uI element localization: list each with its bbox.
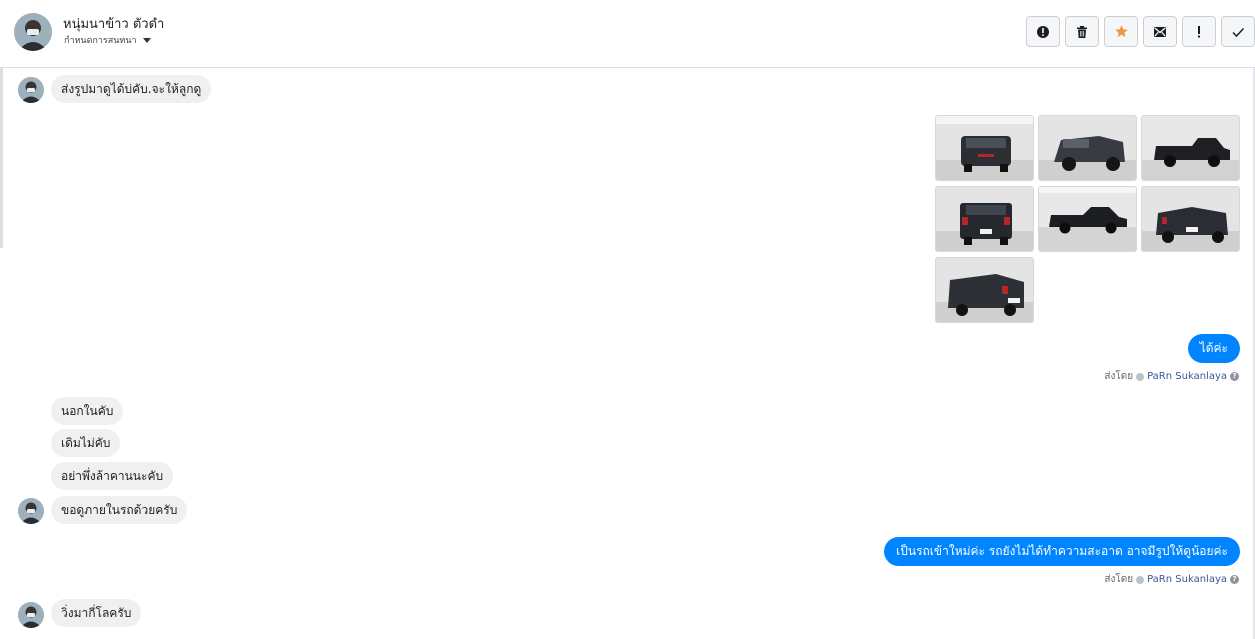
conversation-header: หนุ่มนาข้าว ตัวดำ กำหนดการสนทนา — [0, 0, 1255, 68]
outgoing-message[interactable]: ได้ค่ะ — [1187, 334, 1240, 363]
trash-icon — [1077, 25, 1087, 38]
sent-by-label: ส่งโดย PaRn Sukanlaya ? — [1104, 369, 1239, 384]
photo-truck-side-low[interactable] — [1038, 186, 1137, 252]
photo-truck-rear[interactable] — [935, 186, 1034, 252]
mark-unread-button[interactable] — [1143, 16, 1177, 47]
photo-truck-front-angle[interactable] — [1038, 115, 1137, 181]
page-icon — [1136, 575, 1145, 584]
check-icon — [1232, 27, 1245, 37]
star-icon — [1114, 25, 1128, 38]
contact-avatar-small[interactable] — [18, 77, 44, 103]
messenger-window: หนุ่มนาข้าว ตัวดำ กำหนดการสนทนา ส่งรูปมา… — [0, 0, 1255, 639]
photo-truck-rear-angle-2[interactable] — [935, 257, 1034, 323]
incoming-message[interactable]: เดิมไม่คับ — [51, 429, 121, 457]
conversation-settings-label: กำหนดการสนทนา — [64, 36, 137, 46]
photo-truck-front[interactable] — [935, 115, 1034, 181]
alert-icon — [1037, 25, 1049, 38]
incoming-message[interactable]: อย่าพึ่งล้าคานนะคับ — [51, 462, 174, 490]
contact-avatar[interactable] — [14, 13, 52, 51]
conversation-settings-dropdown[interactable]: กำหนดการสนทนา — [64, 33, 151, 47]
delete-button[interactable] — [1065, 16, 1099, 47]
incoming-message[interactable]: วิ่งมากี่โลครับ — [51, 599, 142, 627]
alert-button[interactable] — [1026, 16, 1060, 47]
exclamation-icon — [1198, 25, 1200, 37]
sent-by-label: ส่งโดย PaRn Sukanlaya ? — [1104, 572, 1239, 587]
incoming-message[interactable]: ขอดูภายในรถด้วยครับ — [51, 496, 188, 524]
sent-by-prefix: ส่งโดย — [1104, 574, 1134, 585]
help-icon[interactable]: ? — [1230, 372, 1239, 381]
help-icon[interactable]: ? — [1230, 575, 1239, 584]
page-icon — [1136, 372, 1145, 381]
sent-by-prefix: ส่งโดย — [1104, 371, 1134, 382]
mark-unread-icon — [1154, 26, 1166, 37]
contact-name[interactable]: หนุ่มนาข้าว ตัวดำ — [63, 13, 164, 34]
header-toolbar — [1026, 16, 1255, 47]
star-button[interactable] — [1104, 16, 1138, 47]
incoming-message[interactable]: นอกในคับ — [51, 397, 124, 425]
outgoing-message[interactable]: เป็นรถเข้าใหม่ค่ะ รถยังไม่ได้ทำความสะอาด… — [884, 537, 1240, 566]
sender-name[interactable]: PaRn Sukanlaya — [1147, 574, 1227, 585]
mark-done-button[interactable] — [1221, 16, 1255, 47]
left-panel-edge — [0, 68, 3, 248]
spam-button[interactable] — [1182, 16, 1216, 47]
contact-avatar-small[interactable] — [18, 602, 44, 628]
sender-name[interactable]: PaRn Sukanlaya — [1147, 371, 1227, 382]
incoming-message[interactable]: ส่งรูปมาดูได้บ่คับ.จะให้ลูกดู — [51, 75, 212, 103]
contact-avatar-small[interactable] — [18, 498, 44, 524]
photo-truck-rear-angle[interactable] — [1141, 186, 1240, 252]
caret-down-icon — [142, 37, 151, 43]
photo-truck-side[interactable] — [1141, 115, 1240, 181]
